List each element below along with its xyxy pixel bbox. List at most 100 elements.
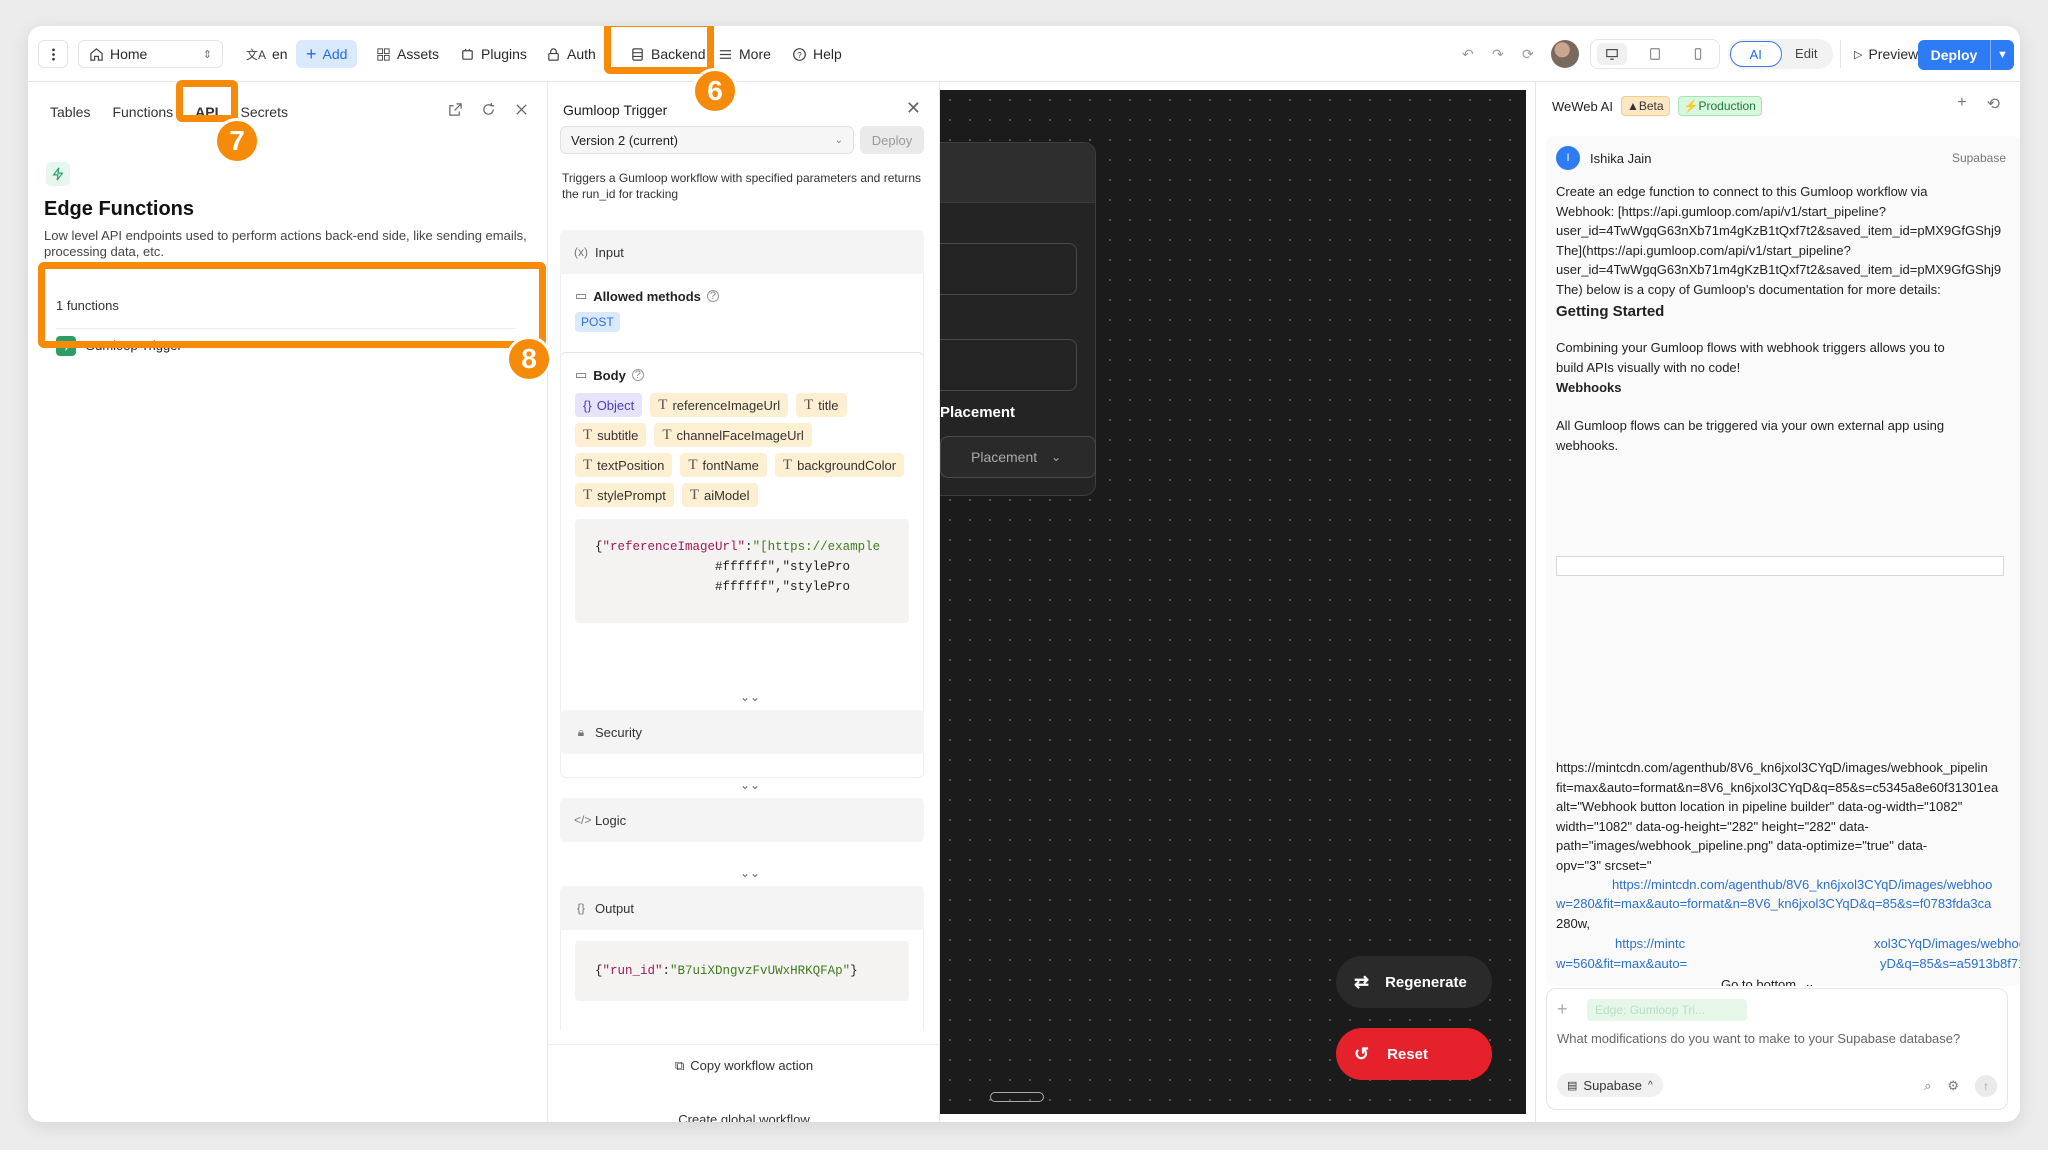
paperclip-icon[interactable]: ⌕ [1924, 1078, 1931, 1094]
tablet-icon[interactable] [1640, 43, 1670, 65]
logic-section: </> Logic [560, 798, 924, 842]
tab-tables[interactable]: Tables [50, 104, 90, 120]
field-chip[interactable]: TstylePrompt [575, 483, 674, 507]
desktop-icon[interactable] [1597, 43, 1628, 65]
field-chip[interactable]: {} Object [575, 393, 643, 417]
redo-icon[interactable]: ↷ [1492, 40, 1504, 68]
tab-secrets[interactable]: Secrets [241, 104, 288, 120]
text-type-icon: T [662, 426, 672, 443]
app-window: Home ⇕ 文A en + Add Assets Plugins Auth B… [28, 26, 2020, 1122]
output-header[interactable]: {} Output [560, 886, 924, 930]
message-link[interactable]: https://mintcdn.com/agenthub/8V6_kn6jxol… [1612, 875, 2020, 895]
function-deploy-button[interactable]: Deploy [860, 126, 924, 154]
field-chip[interactable]: Ttitle [796, 393, 847, 417]
reset-icon: ↺ [1354, 1043, 1370, 1064]
chevron-down-icon: ⌄ [834, 134, 843, 146]
plus-icon[interactable]: + [1557, 999, 1568, 1020]
placement-select[interactable]: Placement ⌄ [940, 436, 1096, 478]
field-chip[interactable]: Tsubtitle [575, 423, 647, 447]
form-input[interactable] [940, 339, 1077, 391]
message-source: Supabase [1951, 151, 2006, 165]
field-chip[interactable]: TbackgroundColor [774, 453, 905, 477]
logic-header[interactable]: </> Logic [560, 798, 924, 842]
settings-icon[interactable]: ⚙ [1947, 1078, 1959, 1094]
field-chip[interactable]: TfontName [680, 453, 767, 477]
message-text: 280w, [1556, 916, 1590, 931]
plugins-button[interactable]: Plugins [460, 40, 527, 68]
refresh-icon[interactable] [481, 102, 496, 117]
history-icon[interactable]: ⟲ [1987, 94, 2000, 114]
help-icon[interactable]: ? [706, 290, 719, 302]
external-link-icon[interactable] [448, 102, 463, 117]
auth-button[interactable]: Auth [546, 40, 596, 68]
output-body: {"run_id":"B7uiXDngvzFvUWxHRKQFAp"} [560, 930, 924, 1030]
reset-button[interactable]: ↺ Reset [1336, 1028, 1492, 1080]
page-select[interactable]: Home ⇕ [78, 40, 223, 68]
create-global-workflow-button[interactable]: Create global workflow [548, 1106, 940, 1122]
expand-chevron-icon[interactable]: ⌄⌄ [740, 778, 760, 792]
send-icon[interactable]: ↑ [1975, 1075, 1997, 1097]
copy-label: Copy workflow action [690, 1058, 814, 1073]
preview-button[interactable]: ▷ Preview [1854, 40, 1918, 68]
beta-label: Beta [1638, 99, 1664, 113]
input-label: Input [595, 244, 624, 260]
braces-icon: {} [576, 901, 585, 915]
page-description: Low level API endpoints used to perform … [44, 228, 527, 259]
expand-chevron-icon[interactable]: ⌄⌄ [740, 690, 760, 704]
version-select[interactable]: Version 2 (current) ⌄ [560, 126, 854, 154]
text-type-icon: T [658, 396, 668, 413]
text-type-icon: T [583, 486, 593, 503]
refresh-icon[interactable]: ⟳ [1522, 40, 1534, 68]
field-chip[interactable]: TreferenceImageUrl [650, 393, 789, 417]
method-badge: POST [575, 312, 620, 332]
chevron-down-icon: ⌄ [1804, 976, 1816, 986]
ai-mode-tab[interactable]: AI [1730, 41, 1782, 67]
annotation-badge-6: 6 [692, 68, 738, 114]
backend-tabs: Tables Functions API Secrets [50, 104, 288, 120]
code-value: "[https://example [752, 540, 881, 554]
security-header[interactable]: 🔒︎ Security [560, 710, 924, 754]
deploy-button[interactable]: Deploy ▼ [1918, 40, 2014, 70]
security-section: 🔒︎ Security [560, 710, 924, 754]
language-button[interactable]: 文A en [240, 40, 294, 68]
go-to-bottom-button[interactable]: Go to bottom ⌄ [1698, 970, 1838, 986]
more-button[interactable]: More [718, 40, 771, 68]
user-name: Ishika Jain [1590, 150, 1652, 166]
menu-dots-button[interactable] [38, 40, 68, 68]
message-link[interactable]: yD&q=85&s=a5913b8f713 [1880, 954, 2020, 974]
help-button[interactable]: ? Help [792, 40, 842, 68]
braces-icon: {} [583, 397, 592, 413]
text-type-icon: T [804, 396, 814, 413]
mobile-icon[interactable] [1683, 43, 1713, 65]
tab-functions[interactable]: Functions [112, 104, 173, 120]
supabase-button[interactable]: ▤ Supabase ^ [1557, 1073, 1663, 1097]
add-button[interactable]: + Add [296, 40, 358, 68]
chat-composer: + Edge: Gumloop Tri... What modification… [1546, 988, 2008, 1110]
message-link[interactable]: w=280&fit=max&auto=format&n=8V6_kn6jxol3… [1556, 894, 2020, 914]
field-chip[interactable]: TtextPosition [575, 453, 673, 477]
chat-input[interactable]: What modifications do you want to make t… [1557, 1031, 1960, 1046]
message-header: I Ishika Jain Supabase [1556, 146, 2006, 170]
message-link[interactable]: xol3CYqD/images/webhoo [1874, 934, 2020, 954]
edit-mode-tab[interactable]: Edit [1782, 41, 1832, 67]
user-avatar[interactable] [1551, 40, 1579, 68]
getting-started-heading: Getting Started [1556, 303, 1665, 320]
assets-button[interactable]: Assets [376, 40, 439, 68]
field-chip[interactable]: TaiModel [681, 483, 758, 507]
close-icon[interactable]: ✕ [906, 98, 921, 119]
form-input[interactable] [940, 243, 1077, 295]
regenerate-button[interactable]: ⇄ Regenerate [1336, 956, 1492, 1008]
preview-label: Preview [1868, 46, 1919, 62]
chevron-down-icon[interactable]: ▼ [1990, 40, 2014, 70]
undo-icon[interactable]: ↶ [1462, 40, 1474, 68]
close-icon[interactable] [514, 102, 529, 117]
input-header[interactable]: (x) Input [560, 230, 924, 274]
preview-canvas[interactable]: Placement Placement ⌄ ⇄ Regenerate ↺ Res… [940, 90, 1526, 1114]
field-chip[interactable]: TchannelFaceImageUrl [654, 423, 812, 447]
copy-workflow-action-button[interactable]: ⧉ Copy workflow action [548, 1044, 940, 1086]
code-key: "referenceImageUrl" [602, 540, 746, 554]
context-chip[interactable]: Edge: Gumloop Tri... [1587, 999, 1747, 1021]
expand-chevron-icon[interactable]: ⌄⌄ [740, 866, 760, 880]
new-chat-icon[interactable]: + [1957, 94, 1966, 114]
help-icon[interactable]: ? [631, 369, 644, 381]
